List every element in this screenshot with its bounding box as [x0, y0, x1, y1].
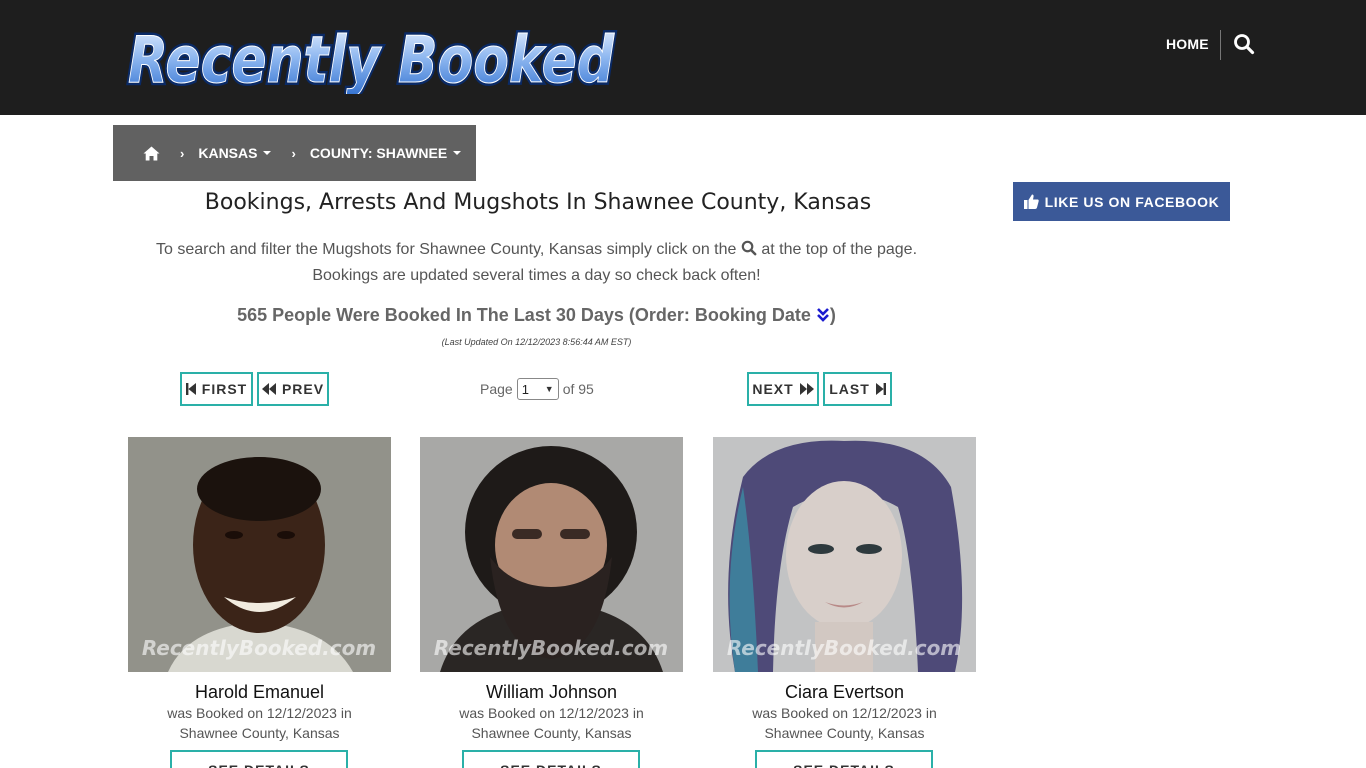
page-title: Bookings, Arrests And Mugshots In Shawne…: [204, 190, 872, 215]
svg-text:RecentlyBooked.com: RecentlyBooked.com: [142, 636, 376, 660]
sort-order-icon[interactable]: [816, 307, 830, 323]
prev-page-button[interactable]: PREV: [257, 372, 329, 406]
last-page-button[interactable]: LAST: [823, 372, 892, 406]
booking-count-text: 565 People Were Booked In The Last 30 Da…: [237, 305, 811, 325]
nav-divider: [1220, 30, 1221, 60]
search-icon: [741, 240, 757, 256]
site-logo[interactable]: Recently Booked Recently Booked: [124, 18, 620, 94]
search-icon[interactable]: [1233, 33, 1255, 55]
last-updated: (Last Updated On 12/12/2023 8:56:44 AM E…: [441, 337, 632, 347]
booking-count-close: ): [829, 305, 836, 325]
breadcrumb: › KANSAS › COUNTY: SHAWNEE: [113, 125, 476, 181]
site-header: Recently Booked Recently Booked HOME: [0, 0, 1366, 115]
caret-down-icon: [263, 151, 272, 155]
svg-text:Recently Booked: Recently Booked: [128, 24, 615, 94]
mugshot-image[interactable]: RecentlyBooked.com: [713, 437, 976, 672]
breadcrumb-county-dropdown[interactable]: COUNTY: SHAWNEE: [309, 145, 462, 161]
next-page-button[interactable]: NEXT: [747, 372, 819, 406]
intro-text-line2: Bookings are updated several times a day…: [312, 267, 761, 284]
see-details-button[interactable]: SEE DETAILS: [462, 750, 640, 768]
next-page-label: NEXT: [752, 381, 794, 397]
page-select-value: 1: [521, 381, 529, 397]
home-icon[interactable]: [143, 146, 160, 161]
person-name[interactable]: Ciara Evertson: [713, 682, 976, 703]
backward-icon: [261, 383, 276, 395]
last-page-label: LAST: [829, 381, 870, 397]
booking-card[interactable]: RecentlyBooked.com Ciara Evertson was Bo…: [713, 437, 976, 743]
booking-date-text: was Booked on 12/12/2023 in: [167, 705, 352, 721]
step-backward-icon: [185, 383, 196, 395]
booking-date-text: was Booked on 12/12/2023 in: [752, 705, 937, 721]
intro-text-part2: at the top of the page.: [761, 241, 918, 258]
booking-date-text: was Booked on 12/12/2023 in: [459, 705, 644, 721]
breadcrumb-separator-icon: ›: [180, 145, 185, 161]
breadcrumb-county-label: COUNTY: SHAWNEE: [309, 145, 448, 161]
booking-card[interactable]: RecentlyBooked.com William Johnson was B…: [420, 437, 683, 743]
see-details-button[interactable]: SEE DETAILS: [755, 750, 933, 768]
svg-text:RecentlyBooked.com: RecentlyBooked.com: [434, 636, 668, 660]
page-label: Page: [480, 381, 513, 397]
booking-count: 565 People Were Booked In The Last 30 Da…: [113, 305, 960, 326]
page-total-label: of 95: [562, 381, 594, 397]
svg-text:RecentlyBooked.com: RecentlyBooked.com: [727, 636, 961, 660]
first-page-button[interactable]: FIRST: [180, 372, 253, 406]
facebook-like-label: LIKE US ON FACEBOOK: [1044, 193, 1220, 210]
thumbs-up-icon: [1023, 194, 1039, 209]
nav-home-link[interactable]: HOME: [1166, 36, 1209, 52]
prev-page-label: PREV: [281, 381, 325, 397]
breadcrumb-separator-icon: ›: [291, 145, 296, 161]
person-name[interactable]: Harold Emanuel: [128, 682, 391, 703]
booking-card[interactable]: RecentlyBooked.com Harold Emanuel was Bo…: [128, 437, 391, 743]
intro-text: To search and filter the Mugshots for Sh…: [113, 237, 960, 289]
intro-text-part1: To search and filter the Mugshots for Sh…: [155, 241, 737, 258]
facebook-like-button[interactable]: LIKE US ON FACEBOOK: [1013, 182, 1230, 221]
person-name[interactable]: William Johnson: [420, 682, 683, 703]
see-details-button[interactable]: SEE DETAILS: [170, 750, 348, 768]
booking-location-text: Shawnee County, Kansas: [471, 725, 632, 741]
mugshot-image[interactable]: RecentlyBooked.com: [128, 437, 391, 672]
chevron-down-icon: ▼: [544, 384, 554, 394]
booking-location-text: Shawnee County, Kansas: [764, 725, 925, 741]
step-forward-icon: [875, 383, 886, 395]
breadcrumb-state-dropdown[interactable]: KANSAS: [198, 145, 272, 161]
page-select[interactable]: 1 ▼: [516, 378, 559, 400]
forward-icon: [799, 383, 814, 395]
first-page-label: FIRST: [201, 381, 248, 397]
mugshot-image[interactable]: RecentlyBooked.com: [420, 437, 683, 672]
breadcrumb-state-label: KANSAS: [198, 145, 258, 161]
caret-down-icon: [453, 151, 462, 155]
booking-location-text: Shawnee County, Kansas: [179, 725, 340, 741]
page-selector: Page 1 ▼ of 95: [480, 378, 594, 400]
